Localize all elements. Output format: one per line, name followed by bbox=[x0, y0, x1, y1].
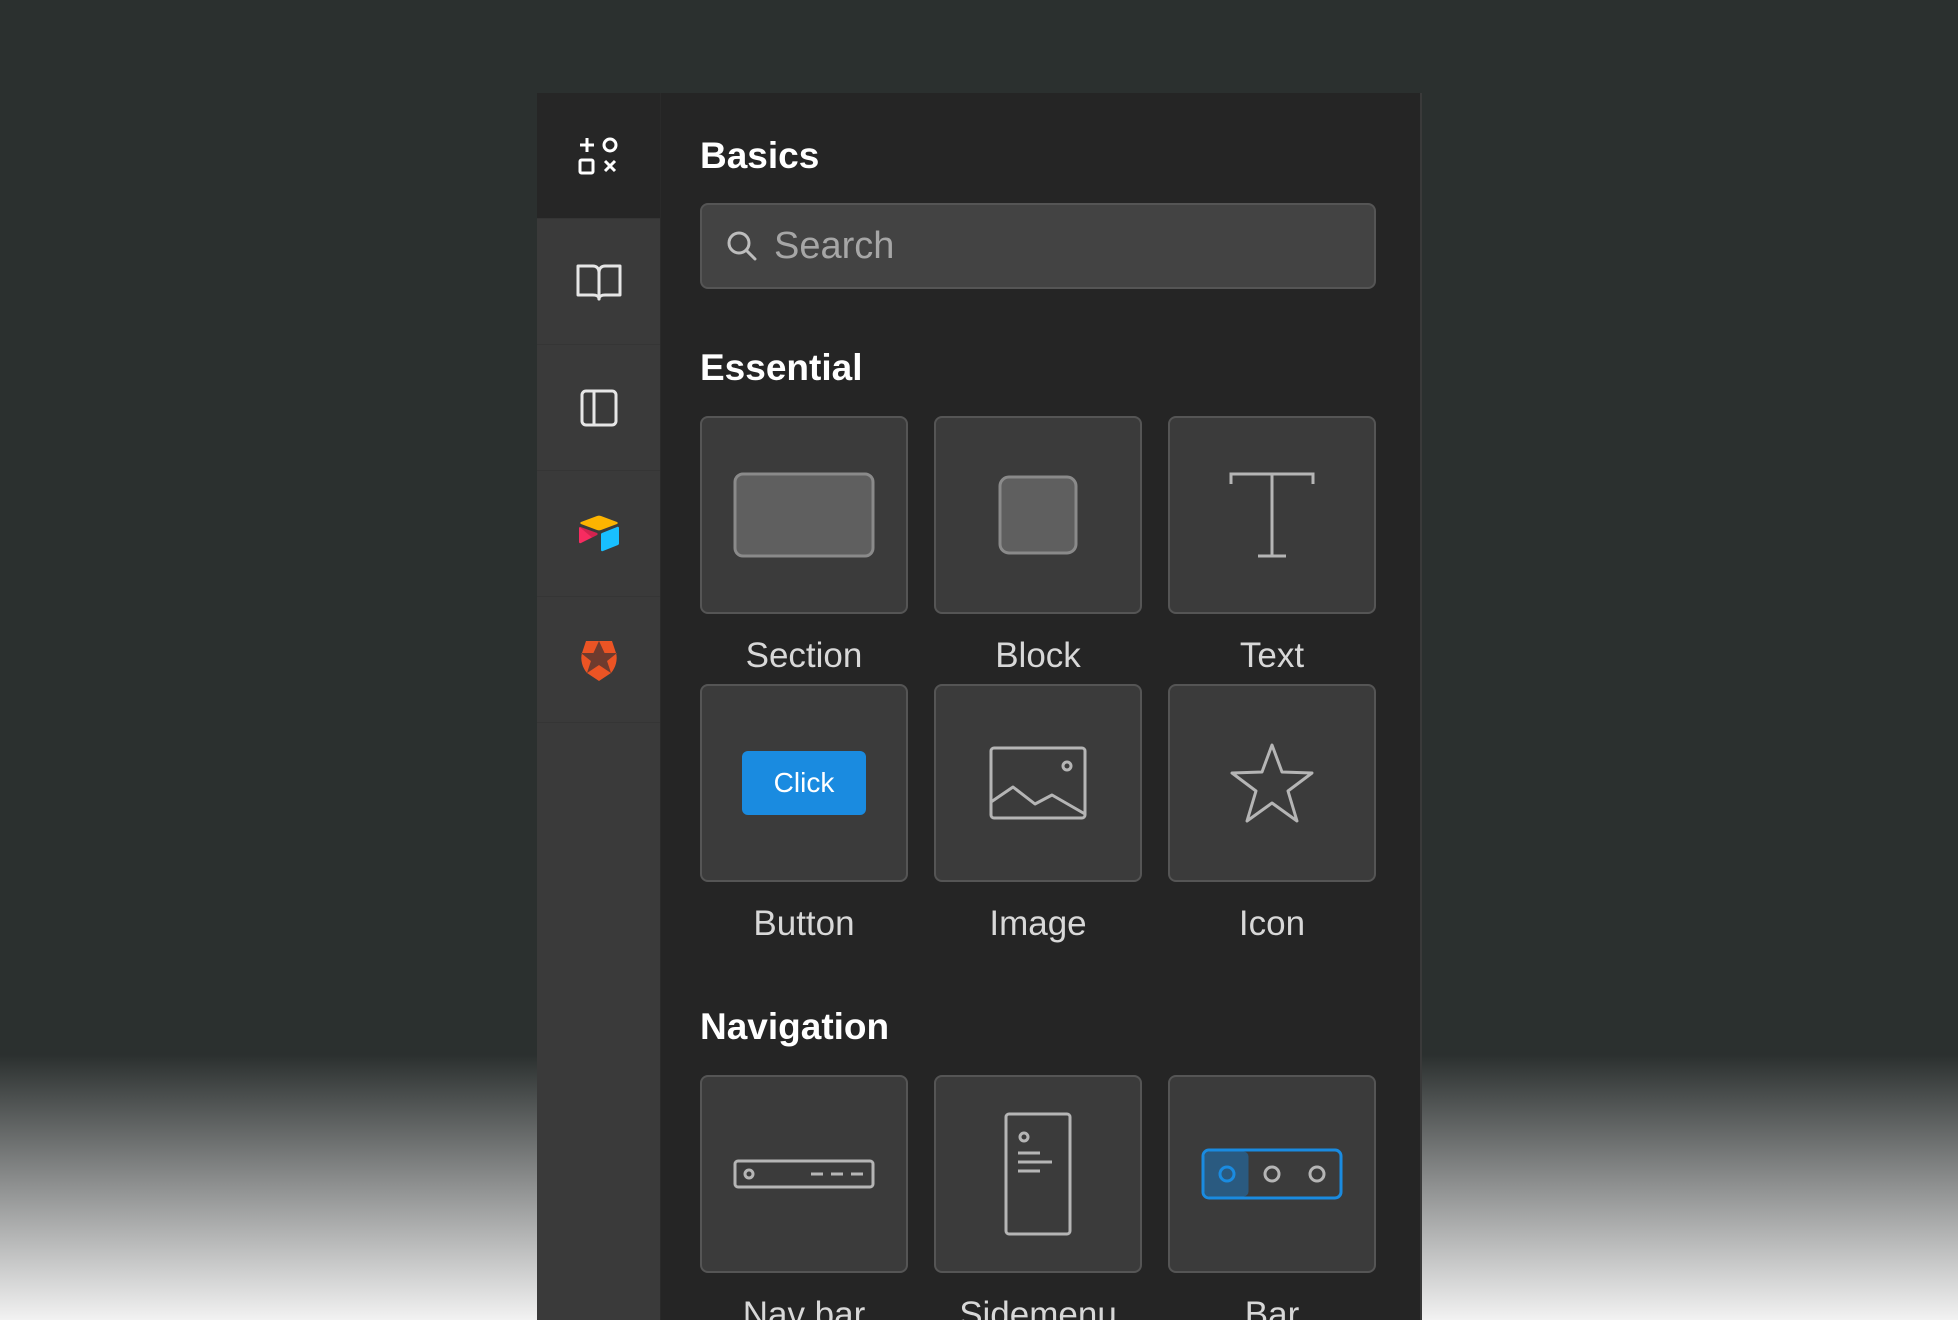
component-tile-sidemenu[interactable]: Sidemenu bbox=[934, 1075, 1142, 1320]
tile-label: Bar bbox=[1244, 1295, 1300, 1320]
rail-item-auth0[interactable] bbox=[537, 597, 660, 723]
tile-preview: Click bbox=[700, 684, 908, 882]
tile-label: Text bbox=[1239, 636, 1305, 675]
panel-title: Basics bbox=[700, 134, 820, 176]
search-input[interactable] bbox=[772, 223, 1336, 269]
component-tile-navbar[interactable]: Nav bar bbox=[700, 1075, 908, 1320]
rail-item-airtable[interactable] bbox=[537, 471, 660, 597]
tile-label: Nav bar bbox=[742, 1295, 866, 1320]
rail-item-layout[interactable] bbox=[537, 345, 660, 471]
tile-label: Button bbox=[753, 904, 855, 943]
tile-label: Block bbox=[995, 636, 1081, 675]
tile-preview bbox=[1168, 684, 1376, 882]
component-tile-button[interactable]: Click Button bbox=[700, 684, 908, 952]
component-tile-image[interactable]: Image bbox=[934, 684, 1142, 952]
tile-label: Icon bbox=[1238, 904, 1306, 943]
book-icon bbox=[576, 264, 621, 300]
section-icon bbox=[733, 472, 875, 558]
rail-item-elements[interactable] bbox=[537, 93, 660, 219]
auth0-logo-icon bbox=[580, 640, 617, 681]
sidebar-layout-icon bbox=[580, 389, 617, 426]
sidemenu-icon bbox=[1004, 1112, 1072, 1236]
component-tile-bar[interactable]: Bar bbox=[1168, 1075, 1376, 1320]
tile-preview bbox=[934, 684, 1142, 882]
rail-item-library[interactable] bbox=[537, 219, 660, 345]
navigation-grid: Nav bar Sidemenu Bar bbox=[700, 1075, 1376, 1320]
search-box[interactable] bbox=[700, 203, 1376, 289]
tile-preview bbox=[700, 1075, 908, 1273]
group-title-navigation: Navigation bbox=[700, 1006, 890, 1047]
group-title-essential: Essential bbox=[700, 347, 863, 388]
search-icon bbox=[726, 230, 758, 262]
image-icon bbox=[989, 746, 1087, 820]
airtable-logo-icon bbox=[578, 515, 619, 551]
tile-preview bbox=[1168, 1075, 1376, 1273]
star-icon bbox=[1230, 743, 1314, 823]
tile-preview bbox=[934, 1075, 1142, 1273]
tile-preview bbox=[1168, 416, 1376, 614]
button-preview: Click bbox=[742, 751, 866, 815]
tile-label: Image bbox=[989, 904, 1087, 943]
elements-icon bbox=[578, 137, 617, 174]
side-rail bbox=[537, 93, 661, 1320]
tile-label: Sidemenu bbox=[959, 1295, 1117, 1320]
tile-label: Section bbox=[745, 636, 863, 675]
tile-preview bbox=[700, 416, 908, 614]
block-icon bbox=[998, 475, 1078, 555]
rail-filler bbox=[537, 723, 660, 1320]
essential-grid: Section Block Text Click Button Image Ic… bbox=[700, 416, 1376, 952]
component-tile-section[interactable]: Section bbox=[700, 416, 908, 684]
component-tile-text[interactable]: Text bbox=[1168, 416, 1376, 684]
tile-preview bbox=[934, 416, 1142, 614]
component-tile-block[interactable]: Block bbox=[934, 416, 1142, 684]
tab-bar-icon bbox=[1201, 1148, 1343, 1200]
components-panel: Basics Essential Section bbox=[661, 93, 1422, 1320]
component-tile-icon[interactable]: Icon bbox=[1168, 684, 1376, 952]
navbar-icon bbox=[733, 1159, 875, 1189]
text-icon bbox=[1229, 472, 1315, 558]
components-panel-window: Basics Essential Section bbox=[537, 93, 1422, 1320]
